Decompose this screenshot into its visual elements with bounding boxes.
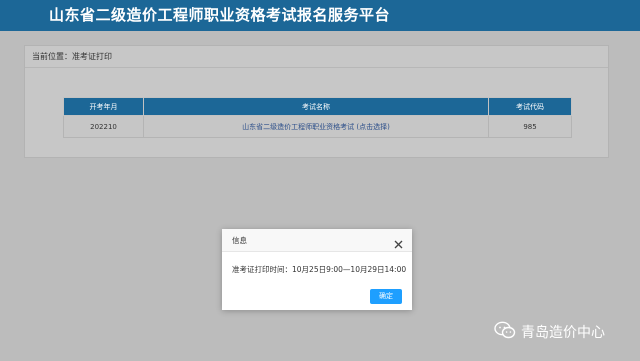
dialog-header: 信息 <box>222 229 412 252</box>
watermark-text: 青岛造价中心 <box>521 325 605 341</box>
site-title: 山东省二级造价工程师职业资格考试报名服务平台 <box>49 6 391 24</box>
wechat-icon <box>494 321 516 343</box>
watermark: 青岛造价中心 <box>494 321 605 343</box>
column-header-exam-code: 考试代码 <box>488 97 572 116</box>
exam-code-cell: 985 <box>488 115 572 138</box>
dialog-message: 准考证打印时间：10月25日9:00—10月29日14:00 <box>232 265 407 274</box>
table-row: 202210 山东省二级造价工程师职业资格考试 (点击选择) 985 <box>63 115 572 138</box>
info-dialog: 信息 准考证打印时间：10月25日9:00—10月29日14:00 确定 <box>222 229 412 310</box>
exam-date-cell: 202210 <box>63 115 144 138</box>
close-icon[interactable] <box>393 235 404 249</box>
dialog-title: 信息 <box>232 236 247 245</box>
top-header-bar: 山东省二级造价工程师职业资格考试报名服务平台 <box>0 0 640 31</box>
column-header-exam-name: 考试名称 <box>143 97 489 116</box>
content-panel: 当前位置：准考证打印 开考年月 考试名称 考试代码 202210 山东省二级造价… <box>24 45 609 158</box>
exam-table: 开考年月 考试名称 考试代码 202210 山东省二级造价工程师职业资格考试 (… <box>63 97 572 138</box>
breadcrumb: 当前位置：准考证打印 <box>25 46 608 68</box>
exam-select-link[interactable]: 山东省二级造价工程师职业资格考试 (点击选择) <box>242 123 390 131</box>
confirm-button[interactable]: 确定 <box>370 289 402 304</box>
table-header-row: 开考年月 考试名称 考试代码 <box>63 97 572 116</box>
column-header-exam-date: 开考年月 <box>63 97 144 116</box>
exam-name-cell: 山东省二级造价工程师职业资格考试 (点击选择) <box>143 115 489 138</box>
